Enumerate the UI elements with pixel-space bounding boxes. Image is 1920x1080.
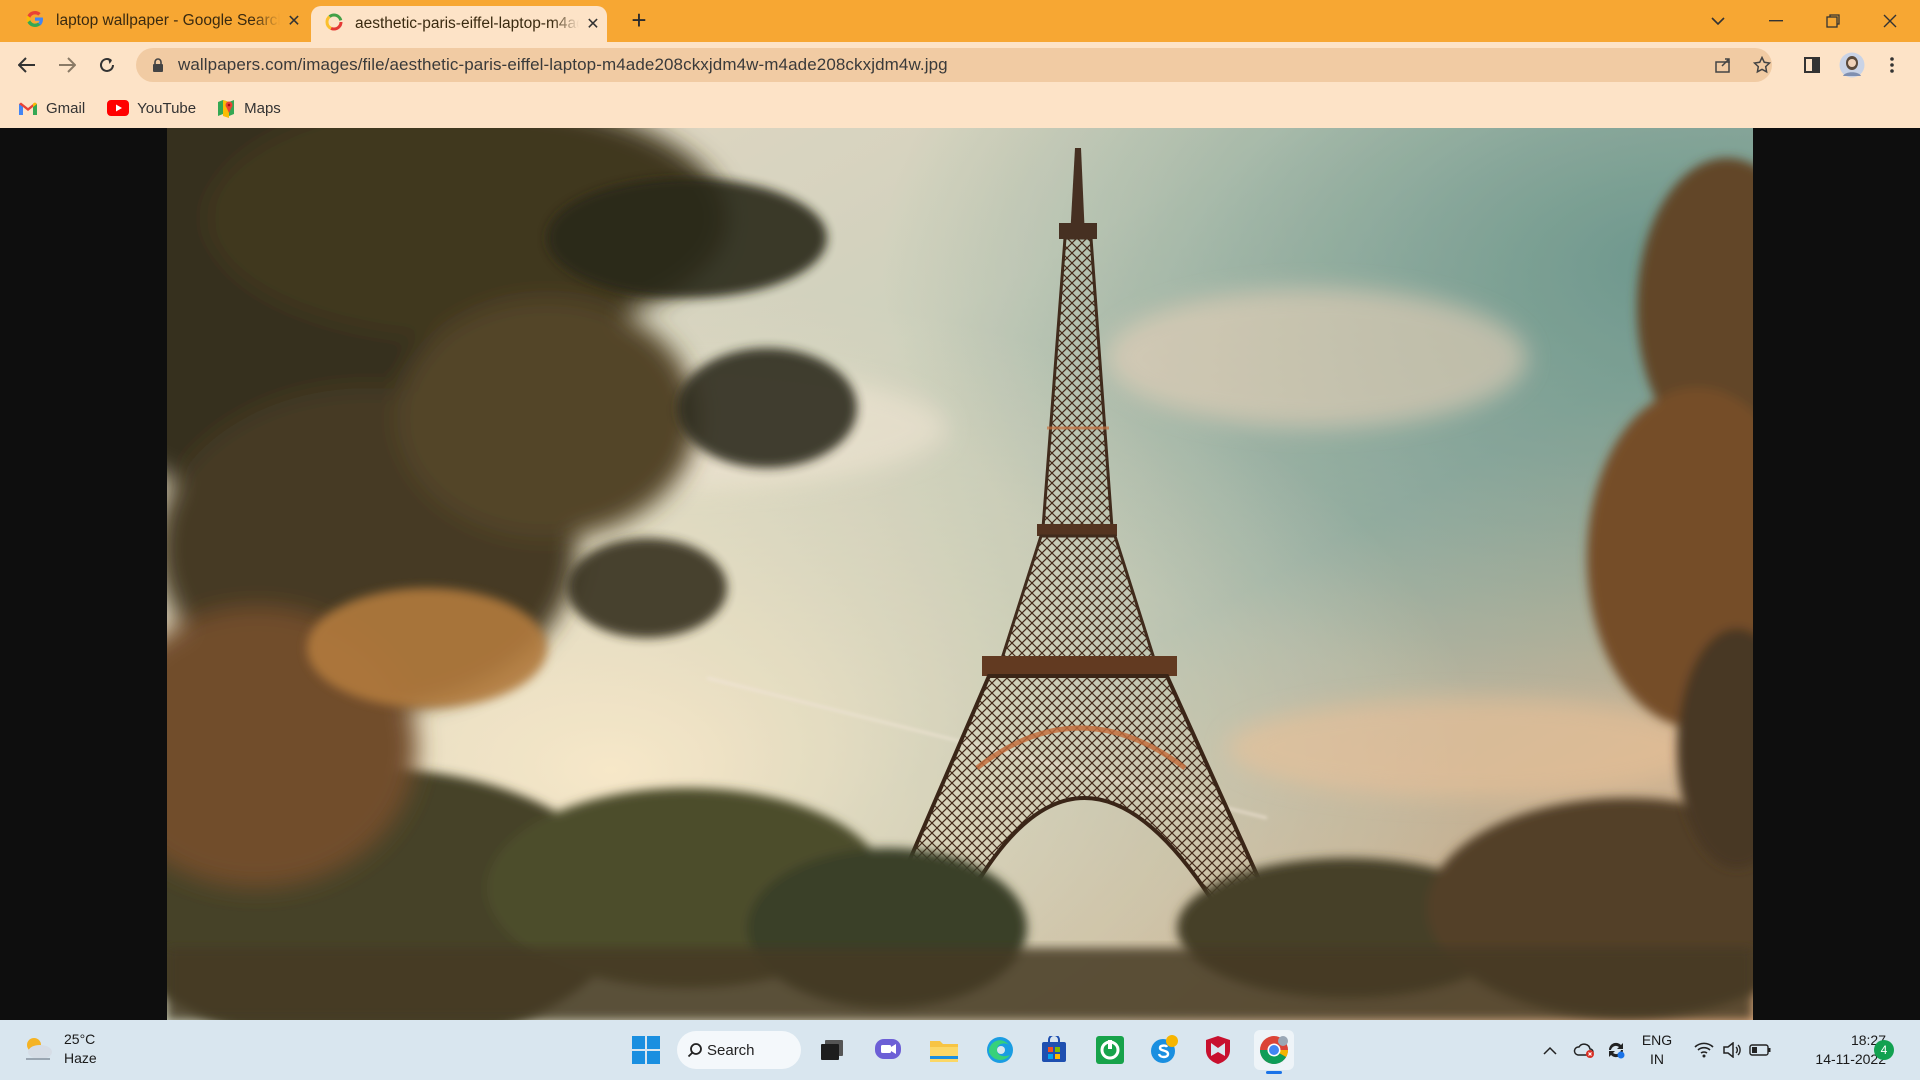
windows-start-icon <box>632 1036 660 1064</box>
start-button[interactable] <box>626 1030 666 1070</box>
xbox-icon <box>1096 1036 1124 1064</box>
onedrive-error-icon[interactable] <box>1570 1030 1598 1070</box>
restore-icon[interactable] <box>1805 0 1861 42</box>
clock-time: 18:27 <box>1850 1032 1886 1048</box>
side-panel-icon[interactable] <box>1797 50 1827 80</box>
sync-icon[interactable] <box>1602 1030 1630 1070</box>
windows-taskbar: 25°C Haze Search ENG IN 18:27 14-11-2022… <box>0 1020 1920 1080</box>
back-button[interactable] <box>12 50 42 80</box>
chat-button[interactable] <box>868 1030 908 1070</box>
close-tab-icon[interactable]: ✕ <box>579 14 607 34</box>
wifi-icon[interactable] <box>1690 1030 1718 1070</box>
minimize-icon[interactable] <box>1748 0 1804 42</box>
page-content <box>0 128 1920 1020</box>
close-tab-icon[interactable]: ✕ <box>280 11 308 31</box>
clock[interactable]: 18:27 14-11-2022 <box>1790 1031 1886 1069</box>
weather-temp: 25°C <box>64 1031 96 1047</box>
battery-icon[interactable] <box>1746 1030 1774 1070</box>
search-label: Search <box>707 1041 755 1059</box>
reload-button[interactable] <box>92 50 122 80</box>
tab-strip: laptop wallpaper - Google Search ✕ aesth… <box>0 0 1920 42</box>
chrome-loading-icon <box>325 13 343 36</box>
chrome-icon <box>1260 1036 1288 1064</box>
bookmark-label: Maps <box>244 99 281 117</box>
eiffel-tower-image <box>167 128 1753 1020</box>
youtube-icon <box>107 100 130 116</box>
reload-icon <box>100 57 114 72</box>
new-tab-button[interactable]: + <box>624 6 654 36</box>
clock-date: 14-11-2022 <box>1815 1051 1886 1067</box>
tab-title: aesthetic-paris-eiffel-laptop-m4ade208ck… <box>355 15 579 32</box>
bookmark-gmail[interactable]: Gmail <box>18 100 85 117</box>
edge-icon <box>987 1037 1013 1063</box>
google-g-icon <box>26 10 44 33</box>
mcafee-icon <box>1206 1036 1230 1064</box>
chat-icon <box>875 1039 901 1059</box>
chrome-button[interactable] <box>1254 1030 1294 1074</box>
skype-icon <box>1151 1035 1178 1063</box>
weather-haze-icon <box>26 1038 52 1060</box>
mcafee-button[interactable] <box>1198 1030 1238 1070</box>
profile-avatar-icon[interactable] <box>1837 50 1867 80</box>
forward-arrow-icon <box>59 57 76 73</box>
weather-widget[interactable]: 25°C Haze <box>22 1030 97 1068</box>
chrome-menu-icon[interactable] <box>1877 50 1907 80</box>
maps-icon <box>218 100 235 118</box>
notification-badge[interactable]: 4 <box>1874 1040 1894 1060</box>
edge-button[interactable] <box>980 1030 1020 1070</box>
tab-google-search[interactable]: laptop wallpaper - Google Search ✕ <box>12 0 308 42</box>
task-view-button[interactable] <box>812 1030 852 1070</box>
language-indicator[interactable]: ENG IN <box>1638 1031 1676 1069</box>
close-window-icon[interactable] <box>1862 0 1918 42</box>
bookmark-youtube[interactable]: YouTube <box>107 100 196 117</box>
bookmark-maps[interactable]: Maps <box>216 98 281 118</box>
bookmarks-bar: Gmail YouTube Maps <box>0 88 1920 128</box>
wallpaper-image[interactable] <box>167 128 1753 1020</box>
file-explorer-icon <box>930 1041 958 1062</box>
file-explorer-button[interactable] <box>924 1030 964 1070</box>
lock-icon[interactable] <box>152 58 164 72</box>
share-icon[interactable] <box>1708 50 1738 80</box>
store-icon <box>1042 1036 1066 1062</box>
tab-search-chevron-icon[interactable] <box>1690 0 1746 42</box>
tab-title: laptop wallpaper - Google Search <box>56 12 280 29</box>
language-line1: ENG <box>1641 1032 1673 1048</box>
url-text[interactable]: wallpapers.com/images/file/aesthetic-par… <box>178 55 948 75</box>
tab-wallpaper-image[interactable]: aesthetic-paris-eiffel-laptop-m4ade208ck… <box>311 6 607 42</box>
volume-icon[interactable] <box>1718 1030 1746 1070</box>
skype-button[interactable] <box>1144 1030 1184 1070</box>
weather-condition: Haze <box>64 1050 97 1066</box>
language-line2: IN <box>1650 1051 1664 1067</box>
bookmark-star-icon[interactable] <box>1747 50 1777 80</box>
show-hidden-icons-chevron-icon[interactable] <box>1536 1030 1564 1070</box>
xbox-button[interactable] <box>1090 1030 1130 1070</box>
gmail-icon <box>19 102 37 115</box>
store-button[interactable] <box>1034 1030 1074 1070</box>
browser-toolbar: wallpapers.com/images/file/aesthetic-par… <box>0 42 1920 88</box>
search-icon <box>687 1043 702 1058</box>
running-indicator <box>1266 1071 1282 1074</box>
back-arrow-icon <box>18 57 35 73</box>
taskbar-search[interactable]: Search <box>677 1031 801 1069</box>
forward-button[interactable] <box>52 50 82 80</box>
task-view-icon <box>821 1040 843 1060</box>
address-bar[interactable]: wallpapers.com/images/file/aesthetic-par… <box>136 48 1772 82</box>
bookmark-label: YouTube <box>137 99 197 117</box>
bookmark-label: Gmail <box>46 99 86 117</box>
